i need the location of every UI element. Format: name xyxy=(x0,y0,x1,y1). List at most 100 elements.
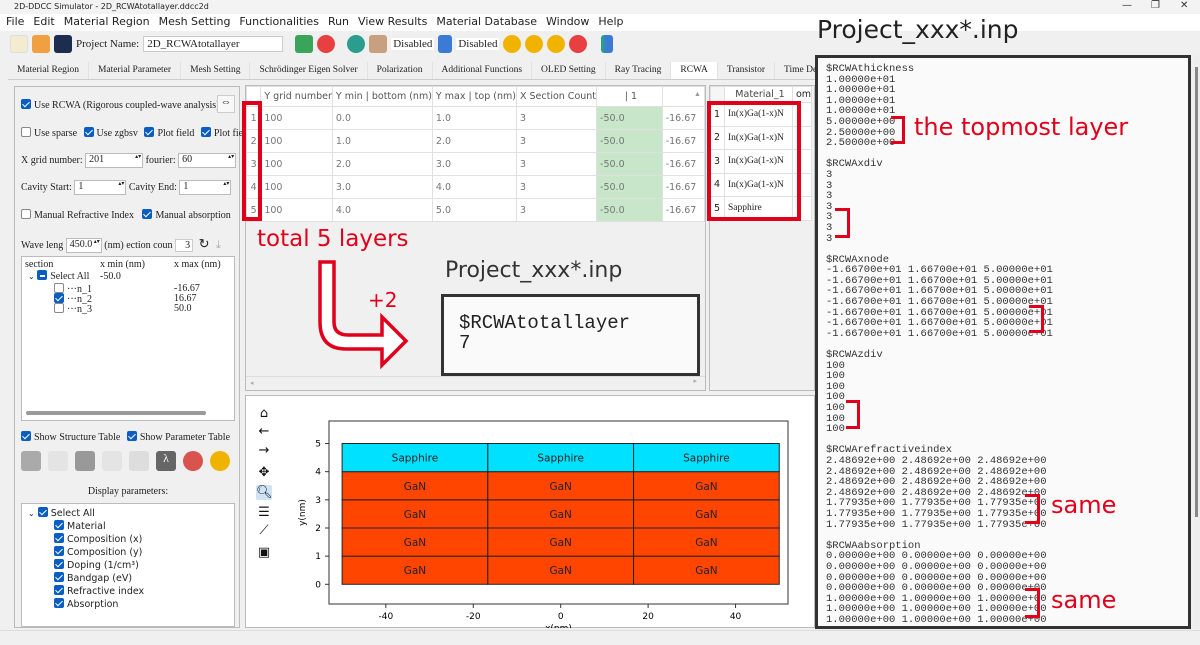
chevron-down-icon[interactable]: ⌄ xyxy=(28,272,35,281)
disabled-status-2[interactable]: Disabled xyxy=(456,38,500,50)
maximize-button[interactable]: ❐ xyxy=(1151,0,1160,11)
section-item[interactable]: ···n_3 xyxy=(54,303,92,315)
tab-ray-tracing[interactable]: Ray Tracing xyxy=(605,62,672,79)
close-button[interactable]: ✕ xyxy=(1180,0,1188,11)
tab-additional-functions[interactable]: Additional Functions xyxy=(432,62,533,79)
table-cell[interactable]: 100 xyxy=(260,129,333,153)
table-cell[interactable]: 3 xyxy=(515,129,598,153)
table-cell[interactable]: 3.0 xyxy=(431,152,517,176)
column-header[interactable]: | 1 xyxy=(596,86,663,107)
fourier-input[interactable]: 60 xyxy=(178,153,237,168)
plot-field-checkbox-2[interactable] xyxy=(200,127,211,137)
new-file-icon[interactable] xyxy=(10,35,28,53)
table-cell[interactable]: -50.0 xyxy=(596,152,663,176)
table-cell[interactable]: 1.0 xyxy=(431,106,517,130)
tab-mesh-setting[interactable]: Mesh Setting xyxy=(181,62,251,79)
table-cell[interactable]: 3.0 xyxy=(331,175,433,199)
table-cell[interactable]: 0.0 xyxy=(331,106,433,130)
table-cell[interactable]: -16.67 xyxy=(661,175,706,199)
table-cell[interactable]: -50.0 xyxy=(596,106,663,130)
plot-field-checkbox-1[interactable] xyxy=(144,127,155,137)
column-header[interactable]: Y max | top (nm) xyxy=(431,86,517,107)
menu-material-region[interactable]: Material Region xyxy=(64,15,150,31)
tab-schr-dinger-eigen-solver[interactable]: Schrödinger Eigen Solver xyxy=(250,62,368,79)
use-zgbsv-checkbox[interactable] xyxy=(83,127,94,137)
tab-polarization[interactable]: Polarization xyxy=(367,62,433,79)
lifebuoy-icon[interactable] xyxy=(183,451,203,471)
table-cell[interactable]: 3 xyxy=(515,152,598,176)
add-icon[interactable] xyxy=(21,451,41,471)
chart-icon[interactable] xyxy=(601,35,614,53)
display-param-checkbox[interactable] xyxy=(54,533,64,543)
tab-rcwa[interactable]: RCWA xyxy=(671,62,718,79)
table-cell[interactable]: 100 xyxy=(260,198,333,222)
open-folder-icon[interactable] xyxy=(32,35,50,53)
chevron-down-icon[interactable]: ⌄ xyxy=(28,509,35,518)
column-header[interactable]: Y grid number xyxy=(260,86,333,107)
minimize-button[interactable]: — xyxy=(1122,0,1132,11)
table-cell[interactable]: 1.0 xyxy=(331,129,433,153)
table-cell[interactable]: -16.67 xyxy=(661,129,706,153)
section-count-input[interactable]: 3 xyxy=(175,239,194,252)
display-param-item[interactable]: Refractive index xyxy=(54,585,144,597)
display-select-all-checkbox[interactable] xyxy=(37,507,48,517)
x-grid-input[interactable]: 201 xyxy=(85,153,144,168)
table-cell[interactable]: 100 xyxy=(260,106,333,130)
table-cell[interactable]: 3 xyxy=(515,106,598,130)
table-cell[interactable]: 4.0 xyxy=(331,198,433,222)
project-name-input[interactable]: 2D_RCWAtotallayer xyxy=(143,36,284,52)
display-param-checkbox[interactable] xyxy=(54,520,64,530)
table-cell[interactable]: 3 xyxy=(515,198,598,222)
display-param-item[interactable]: Absorption xyxy=(54,598,118,610)
menu-file[interactable]: File xyxy=(6,15,24,31)
section-checkbox[interactable] xyxy=(54,293,64,303)
table-cell[interactable]: 100 xyxy=(260,152,333,176)
table-cell[interactable]: 100 xyxy=(260,175,333,199)
section-checkbox[interactable] xyxy=(54,303,64,313)
show-structure-checkbox[interactable] xyxy=(21,431,31,441)
run-icon[interactable] xyxy=(503,35,522,53)
display-param-item[interactable]: Doping (1/cm³) xyxy=(54,559,139,571)
column-header[interactable]: Y min | bottom (nm) xyxy=(331,86,433,107)
show-parameter-checkbox[interactable] xyxy=(126,431,137,441)
menu-view-results[interactable]: View Results xyxy=(358,15,427,31)
menu-run[interactable]: Run xyxy=(328,15,349,31)
image-icon[interactable] xyxy=(295,35,314,53)
menu-edit[interactable]: Edit xyxy=(33,15,54,31)
column-header[interactable]: X Section Count xyxy=(515,86,598,107)
section-checkbox[interactable] xyxy=(54,283,64,293)
table-cell[interactable]: -50.0 xyxy=(596,198,663,222)
tab-transistor[interactable]: Transistor xyxy=(717,62,776,79)
table-cell[interactable]: 2.0 xyxy=(331,152,433,176)
menu-material-database[interactable]: Material Database xyxy=(436,15,537,31)
table-cell[interactable]: 5.0 xyxy=(431,198,517,222)
columns-icon[interactable] xyxy=(369,35,388,53)
run-file-icon[interactable] xyxy=(547,35,566,53)
disabled-status-1[interactable]: Disabled xyxy=(391,38,435,50)
table-cell[interactable]: -50.0 xyxy=(596,175,663,199)
table-cell[interactable]: 3 xyxy=(515,175,598,199)
select-all-checkbox[interactable] xyxy=(37,270,48,280)
edit-icon[interactable] xyxy=(48,451,68,471)
display-param-item[interactable]: Material xyxy=(54,520,106,532)
use-sparse-checkbox[interactable] xyxy=(21,127,31,137)
use-rcwa-checkbox[interactable] xyxy=(21,99,31,109)
manual-refractive-checkbox[interactable] xyxy=(21,209,31,219)
tab-oled-setting[interactable]: OLED Setting xyxy=(532,62,606,79)
table-cell[interactable]: 4.0 xyxy=(431,175,517,199)
display-param-item[interactable]: Composition (x) xyxy=(54,533,142,545)
display-param-item[interactable]: Composition (y) xyxy=(54,546,142,558)
table-cell[interactable]: -16.67 xyxy=(661,106,706,130)
fast-forward-icon[interactable] xyxy=(525,35,544,53)
scroll-up-icon[interactable]: ▲ xyxy=(694,90,701,98)
download-icon[interactable]: ⤓ xyxy=(216,239,221,251)
cavity-start-input[interactable]: 1 xyxy=(74,180,127,195)
sort-icon[interactable] xyxy=(129,451,149,471)
display-param-checkbox[interactable] xyxy=(54,559,64,569)
display-param-item[interactable]: Bandgap (eV) xyxy=(54,572,132,584)
stop-icon[interactable] xyxy=(569,35,588,53)
manual-absorption-checkbox[interactable] xyxy=(142,209,153,219)
vertical-scrollbar[interactable] xyxy=(1193,55,1200,629)
remove-icon[interactable] xyxy=(75,451,95,471)
save-icon[interactable] xyxy=(54,35,72,53)
